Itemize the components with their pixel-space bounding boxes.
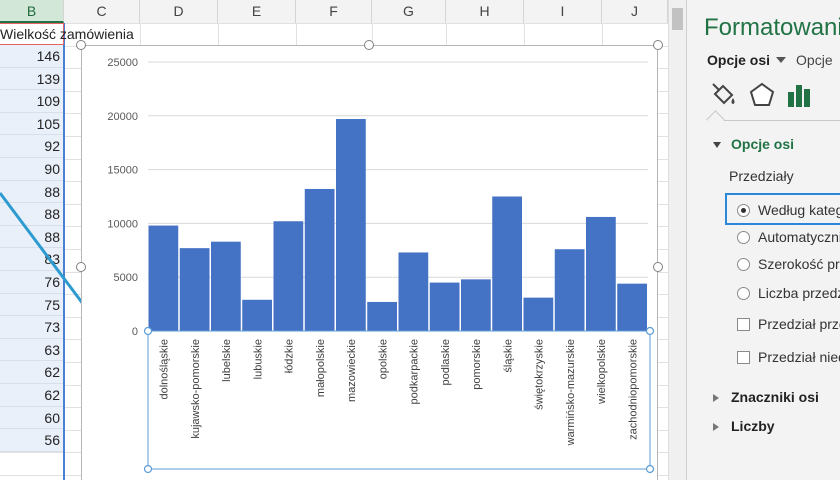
bar: [429, 282, 460, 331]
x-tick-label: lubelskie: [221, 339, 233, 382]
option-automatic[interactable]: Automatycznie: [737, 226, 840, 248]
y-tick-label: 25000: [107, 57, 138, 69]
x-tick-label: śląskie: [502, 339, 514, 373]
x-tick-label: łódzkie: [284, 339, 296, 373]
x-tick-label: kujawsko-pomorskie: [190, 339, 202, 439]
icon-row-divider: [707, 120, 840, 121]
x-tick-label: lubuskie: [252, 339, 264, 379]
bar: [304, 188, 335, 331]
tab-axis-options[interactable]: Opcje osi: [707, 52, 770, 68]
axis-selection-handle: [143, 464, 153, 474]
bar: [242, 299, 272, 331]
radio-number-of-bins[interactable]: [737, 286, 750, 300]
radio-bin-width[interactable]: [737, 257, 750, 271]
pentagon-effects-icon[interactable]: [747, 80, 777, 110]
x-tick-label: opolskie: [377, 339, 389, 379]
spreadsheet-grid[interactable]: BCDEFGHIJ 146 139 109 105 92 90 88 88 88 83 76 75 73…: [0, 0, 686, 480]
bar: [492, 196, 522, 331]
y-tick-label: 20000: [107, 111, 138, 123]
x-tick-label: warmińsko-mazurskie: [565, 339, 577, 446]
bar: [179, 248, 210, 331]
x-tick-label: małopolskie: [315, 339, 327, 397]
chart-area[interactable]: 0 5000 10000 15000 20000 25000 dolnośląskie kuj…: [81, 45, 658, 480]
option-label: Liczba przedziałów: [758, 285, 840, 301]
scrollbar-thumb[interactable]: [672, 8, 683, 30]
vertical-scrollbar[interactable]: [668, 0, 687, 480]
axis-selection-handle: [143, 326, 153, 336]
radio-automatic[interactable]: [737, 230, 750, 244]
option-focus-outline: [725, 193, 840, 225]
resize-handle-top-middle[interactable]: [364, 40, 374, 50]
triangle-right-icon: [713, 394, 719, 403]
resize-handle-top-right[interactable]: [653, 40, 663, 50]
bar: [148, 225, 179, 331]
axis-selection-handle: [645, 326, 655, 336]
x-tick-label: wielkopolskie: [596, 339, 608, 405]
section-numbers[interactable]: Liczby: [713, 418, 775, 434]
bar: [398, 252, 429, 331]
bar: [554, 249, 585, 331]
checkbox-overflow-bin[interactable]: [737, 317, 750, 331]
chevron-down-icon[interactable]: [776, 57, 787, 64]
x-tick-label: pomorskie: [471, 339, 483, 390]
resize-handle-middle-left[interactable]: [76, 262, 86, 272]
x-tick-label: zachodniopomorskie: [627, 339, 639, 440]
triangle-down-icon: [713, 142, 721, 149]
bar: [211, 241, 241, 331]
triangle-right-icon: [713, 423, 719, 432]
section-axis-options-label: Opcje osi: [731, 136, 795, 152]
option-label: Szerokość przedziału: [758, 256, 840, 272]
y-tick-label: 5000: [114, 272, 138, 284]
pane-icon-row: [709, 80, 840, 114]
checkbox-underflow-bin[interactable]: [737, 350, 750, 364]
y-tick-label: 15000: [107, 165, 138, 177]
resize-handle-top-left[interactable]: [76, 40, 86, 50]
option-number-of-bins[interactable]: Liczba przedziałów: [737, 282, 840, 304]
bar-chart-options-icon[interactable]: [785, 80, 815, 110]
bar: [617, 283, 647, 331]
x-tick-label: podlaskie: [440, 339, 452, 385]
option-label: Przedział przepełnienia: [758, 316, 840, 332]
pane-tabs: Opcje osi Opcje: [707, 52, 833, 68]
section-numbers-label: Liczby: [731, 418, 775, 434]
section-tick-marks-label: Znaczniki osi: [731, 389, 819, 405]
option-underflow-bin[interactable]: Przedział niedopełnienia: [737, 346, 840, 368]
option-label: Automatycznie: [758, 229, 840, 245]
tab-text-options[interactable]: Opcje: [796, 52, 833, 68]
bar: [586, 216, 616, 331]
section-axis-options[interactable]: Opcje osi: [713, 136, 794, 152]
option-overflow-bin[interactable]: Przedział przepełnienia: [737, 313, 840, 335]
x-tick-label: świętokrzyskie: [534, 339, 546, 410]
bar: [336, 119, 366, 331]
bar: [273, 221, 304, 331]
bar: [367, 301, 397, 331]
x-tick-label: dolnośląskie: [159, 339, 171, 400]
x-tick-label: mazowieckie: [346, 339, 358, 402]
y-tick-label: 0: [132, 326, 138, 338]
bar: [461, 279, 491, 331]
histogram-chart[interactable]: 0 5000 10000 15000 20000 25000 dolnośląskie kuj…: [82, 46, 659, 480]
resize-handle-middle-right[interactable]: [653, 262, 663, 272]
bins-label: Przedziały: [729, 168, 794, 184]
option-label: Przedział niedopełnienia: [758, 349, 840, 365]
y-tick-label: 10000: [107, 218, 138, 230]
option-bin-width[interactable]: Szerokość przedziału: [737, 253, 840, 275]
bar: [523, 297, 554, 331]
pane-title: Formatowanie: [704, 14, 840, 41]
section-tick-marks[interactable]: Znaczniki osi: [713, 389, 819, 405]
format-axis-pane: Formatowanie Opcje osi Opcje Opcje osi Pr…: [686, 0, 840, 480]
fill-bucket-icon[interactable]: [709, 80, 739, 110]
axis-selection-handle: [645, 464, 655, 474]
x-tick-label: podkarpackie: [409, 339, 421, 404]
